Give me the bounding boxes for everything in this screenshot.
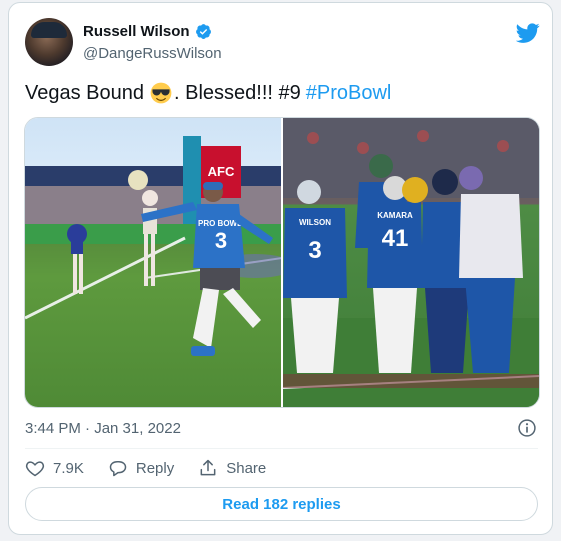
read-replies-button[interactable]: Read 182 replies	[25, 487, 538, 521]
info-icon[interactable]	[517, 418, 537, 438]
tweet-timestamp[interactable]: 3:44 PM · Jan 31, 2022	[25, 420, 181, 437]
sunglasses-emoji-icon	[150, 82, 172, 104]
verified-badge-icon	[195, 24, 211, 39]
jersey-number: 3	[308, 237, 321, 264]
tweet-text: Vegas Bound . Blessed!!! #9 #ProBowl	[25, 80, 391, 106]
like-count: 7.9K	[53, 459, 84, 477]
photo-left[interactable]: AFC 3 PRO BOWL	[25, 118, 281, 407]
tweet-card: Russell Wilson @DangeRussWilson Vegas Bo…	[8, 2, 553, 535]
read-replies-label: Read 182 replies	[222, 495, 341, 513]
jersey-number: 3	[215, 228, 227, 253]
divider	[25, 448, 538, 449]
media-grid: AFC 3 PRO BOWL 3 WILSON 41 KAMARA	[24, 117, 540, 408]
photo-left-illustration: AFC 3 PRO BOWL	[25, 136, 281, 356]
heart-icon	[25, 461, 45, 477]
reply-button[interactable]: Reply	[108, 458, 174, 478]
share-icon	[200, 459, 216, 476]
photo-right-illustration: 3 WILSON 41 KAMARA	[283, 118, 539, 407]
photo-right[interactable]: 3 WILSON 41 KAMARA	[283, 118, 539, 407]
jersey-text: PRO BOWL	[198, 219, 242, 228]
reply-icon	[109, 461, 127, 477]
author-display-name[interactable]: Russell Wilson	[83, 23, 190, 40]
twitter-bird-icon[interactable]	[516, 21, 540, 45]
avatar[interactable]	[25, 18, 73, 66]
tweet-text-part: Vegas Bound	[25, 82, 144, 104]
jersey-name: WILSON	[299, 218, 331, 227]
author-handle[interactable]: @DangeRussWilson	[83, 45, 222, 62]
tweet-text-part: . Blessed!!! #9	[174, 82, 301, 104]
share-label: Share	[226, 459, 267, 477]
like-button[interactable]: 7.9K	[25, 458, 84, 478]
jersey-number: 41	[382, 225, 409, 252]
share-button[interactable]: Share	[198, 458, 266, 478]
jersey-name: KAMARA	[377, 211, 413, 220]
reply-label: Reply	[135, 459, 175, 477]
banner-text: AFC	[208, 164, 235, 179]
hashtag-link[interactable]: #ProBowl	[306, 80, 392, 106]
action-bar: 7.9K Reply Share	[25, 458, 290, 478]
author-name-row[interactable]: Russell Wilson	[83, 23, 212, 40]
